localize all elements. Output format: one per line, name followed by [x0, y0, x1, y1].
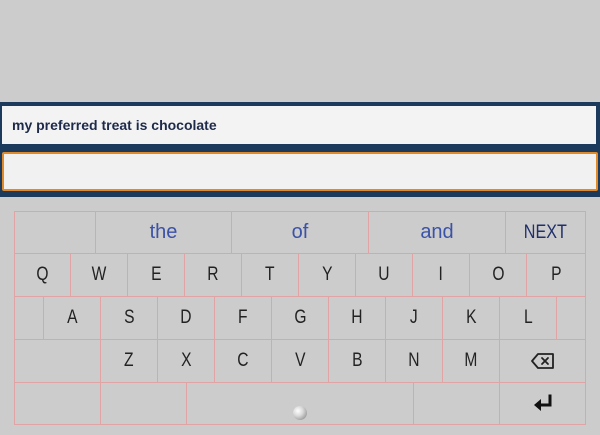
- top-blank-area: [0, 0, 600, 102]
- key-t[interactable]: T: [241, 253, 299, 297]
- key-label: Q: [36, 264, 49, 285]
- key-u[interactable]: U: [355, 253, 413, 297]
- suggestion-the[interactable]: the: [95, 211, 232, 254]
- backspace-key[interactable]: [499, 339, 586, 383]
- key-y[interactable]: Y: [298, 253, 356, 297]
- key-label: P: [550, 264, 562, 285]
- key-b[interactable]: B: [328, 339, 386, 383]
- key-label: D: [180, 307, 192, 328]
- key-n[interactable]: N: [385, 339, 443, 383]
- key-j[interactable]: J: [385, 296, 443, 340]
- key-label: U: [378, 264, 390, 285]
- key-label: G: [293, 307, 307, 328]
- key-a[interactable]: A: [43, 296, 101, 340]
- key-g[interactable]: G: [271, 296, 329, 340]
- key-label: O: [491, 264, 505, 285]
- key-x[interactable]: X: [157, 339, 215, 383]
- space-indicator-icon: [293, 405, 307, 420]
- key-c[interactable]: C: [214, 339, 272, 383]
- key-label: S: [123, 307, 135, 328]
- key-v[interactable]: V: [271, 339, 329, 383]
- key-w[interactable]: W: [70, 253, 128, 297]
- next-label: NEXT: [523, 221, 568, 243]
- keyboard: the of and NEXT Q W E R T Y U I O P A S …: [14, 211, 586, 425]
- key-label: X: [180, 350, 192, 371]
- key-r[interactable]: R: [184, 253, 242, 297]
- key-label: W: [91, 264, 107, 285]
- key-label: M: [464, 350, 478, 371]
- key-label: E: [150, 264, 162, 285]
- next-button[interactable]: NEXT: [505, 211, 586, 254]
- key-m[interactable]: M: [442, 339, 500, 383]
- key-k[interactable]: K: [442, 296, 500, 340]
- suggestion-label: and: [420, 221, 454, 243]
- key-label: F: [238, 307, 248, 328]
- enter-key[interactable]: [499, 382, 586, 425]
- key-h[interactable]: H: [328, 296, 386, 340]
- key-i[interactable]: I: [412, 253, 470, 297]
- prompt-text: my preferred treat is chocolate: [2, 106, 596, 144]
- period-key[interactable]: [413, 382, 500, 425]
- symbols-key[interactable]: [14, 382, 101, 425]
- key-label: L: [523, 307, 533, 328]
- blank-key-row2-right[interactable]: [556, 296, 586, 340]
- blank-key-left[interactable]: [14, 211, 96, 254]
- enter-icon: [533, 394, 551, 411]
- key-s[interactable]: S: [100, 296, 158, 340]
- key-label: C: [237, 350, 249, 371]
- key-l[interactable]: L: [499, 296, 557, 340]
- key-f[interactable]: F: [214, 296, 272, 340]
- key-label: H: [351, 307, 363, 328]
- key-q[interactable]: Q: [14, 253, 71, 297]
- key-label: K: [465, 307, 477, 328]
- key-label: Y: [321, 264, 333, 285]
- key-label: I: [438, 264, 444, 285]
- key-p[interactable]: P: [526, 253, 586, 297]
- comma-key[interactable]: [100, 382, 187, 425]
- space-bar[interactable]: [186, 382, 414, 425]
- key-label: Z: [124, 350, 134, 371]
- key-label: B: [351, 350, 363, 371]
- suggestion-of[interactable]: of: [231, 211, 369, 254]
- key-label: R: [207, 264, 219, 285]
- key-z[interactable]: Z: [100, 339, 158, 383]
- key-label: V: [294, 350, 306, 371]
- prompt-panel: my preferred treat is chocolate: [0, 102, 600, 197]
- key-d[interactable]: D: [157, 296, 215, 340]
- shift-key[interactable]: [14, 339, 101, 383]
- key-e[interactable]: E: [127, 253, 185, 297]
- text-input-field[interactable]: [2, 152, 598, 191]
- suggestion-label: the: [149, 221, 178, 243]
- suggestion-label: of: [291, 221, 309, 243]
- key-label: A: [66, 307, 78, 328]
- suggestion-and[interactable]: and: [368, 211, 506, 254]
- key-label: N: [408, 350, 420, 371]
- backspace-icon: [530, 353, 554, 369]
- key-label: T: [265, 264, 275, 285]
- key-o[interactable]: O: [469, 253, 527, 297]
- blank-key-row2-left[interactable]: [14, 296, 44, 340]
- key-label: J: [410, 307, 418, 328]
